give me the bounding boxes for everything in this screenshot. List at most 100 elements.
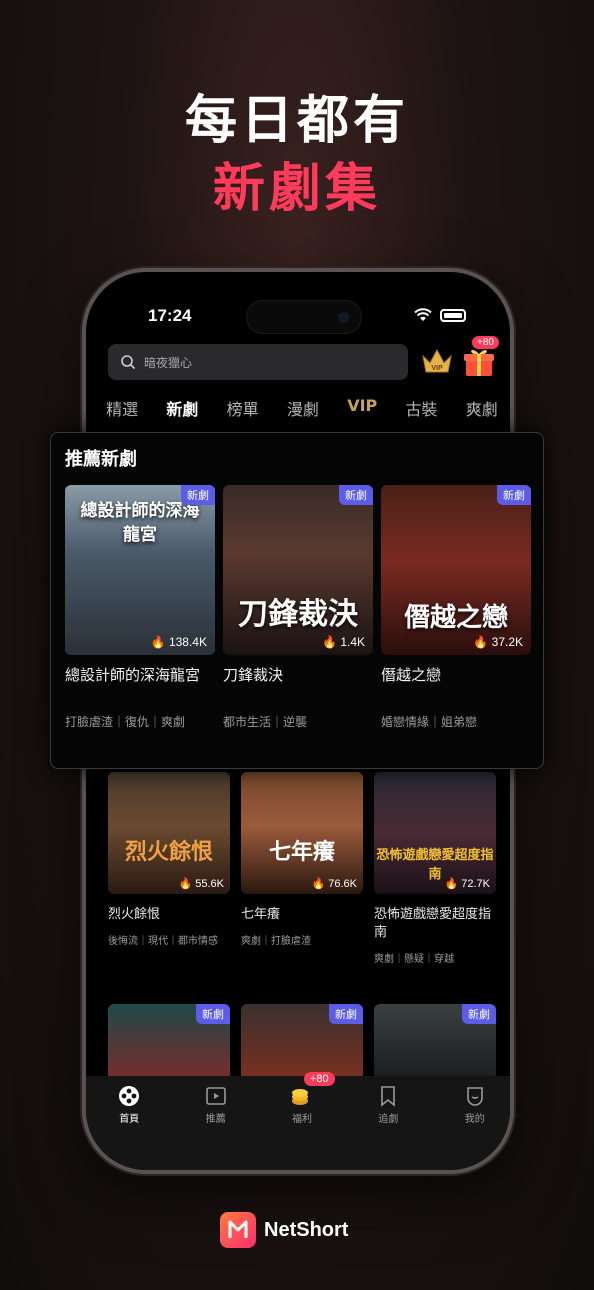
search-bar[interactable]: 暗夜獵心 (108, 344, 408, 380)
status-icons (414, 308, 466, 322)
tab-ranking[interactable]: 榜單 (227, 396, 259, 420)
home-icon (119, 1086, 140, 1106)
tab-new[interactable]: 新劇 (166, 396, 198, 420)
camera-icon (338, 312, 349, 323)
nav-label: 我的 (464, 1114, 485, 1125)
drama-card[interactable]: 新劇 (374, 1004, 496, 1080)
drama-poster: 烈火餘恨 🔥 55.6K (108, 772, 230, 894)
drama-tags: 後悔流｜現代｜都市情感 (108, 936, 218, 947)
view-count: 🔥 72.7K (444, 878, 490, 890)
poster-title-text: 總設計師的深海龍宮 (80, 501, 200, 545)
svg-text:VIP: VIP (431, 365, 443, 372)
drama-card[interactable]: 新劇 (108, 1004, 230, 1080)
wifi-icon (414, 308, 432, 321)
tab-thrilling[interactable]: 爽劇 (466, 396, 498, 420)
view-count: 🔥 76.6K (311, 878, 357, 890)
view-count-value: 55.6K (195, 878, 224, 890)
drama-poster: 七年癢 🔥 76.6K (241, 772, 363, 894)
drama-tags: 爽劇｜懸疑｜穿越 (374, 954, 454, 965)
drama-title: 七年癢 (241, 907, 281, 922)
drama-poster: 總設計師的深海龍宮 新劇 🔥 138.4K (65, 485, 215, 655)
view-count-value: 37.2K (491, 635, 523, 649)
panel-title: 推薦新劇 (65, 449, 137, 470)
nav-label: 首頁 (119, 1114, 140, 1125)
nav-label: 福利 (291, 1114, 312, 1125)
profile-icon (466, 1087, 483, 1106)
view-count: 🔥 55.6K (178, 878, 224, 890)
drama-tags: 打臉虐渣｜復仇｜爽劇 (65, 715, 186, 729)
view-count-value: 72.7K (461, 878, 490, 890)
drama-poster: 恐怖遊戲戀愛超度指南 🔥 72.7K (374, 772, 496, 894)
poster-title-text: 刀鋒裁決 (238, 597, 358, 632)
new-badge: 新劇 (329, 1004, 363, 1024)
bottom-nav: 首頁 推薦 福利 追劇 我的 (86, 1076, 510, 1170)
drama-poster: 新劇 (374, 1004, 496, 1080)
drama-card[interactable]: 僭越之戀 新劇 🔥 37.2K 僭越之戀 婚戀情緣｜姐弟戀 (381, 485, 531, 730)
welfare-badge: +80 (304, 1072, 335, 1086)
drama-poster: 僭越之戀 新劇 🔥 37.2K (381, 485, 531, 655)
drama-card[interactable]: 刀鋒裁決 新劇 🔥 1.4K 刀鋒裁決 都市生活｜逆襲 (223, 485, 373, 730)
nav-label: 推薦 (205, 1114, 226, 1125)
drama-title: 烈火餘恨 (108, 907, 161, 922)
brand-name: NetShort (264, 1218, 349, 1241)
drama-poster: 刀鋒裁決 新劇 🔥 1.4K (223, 485, 373, 655)
view-count-value: 138.4K (168, 635, 207, 649)
new-badge: 新劇 (497, 485, 531, 505)
drama-poster: 新劇 (241, 1004, 363, 1080)
logo-mark-icon (228, 1220, 248, 1238)
tab-vip[interactable]: VIP (347, 396, 377, 420)
nav-welfare[interactable]: 福利 (272, 1084, 332, 1170)
drama-card[interactable]: 新劇 (241, 1004, 363, 1080)
drama-card[interactable]: 烈火餘恨 🔥 55.6K 烈火餘恨 後悔流｜現代｜都市情感 (108, 772, 230, 965)
poster-title-text: 七年癢 (268, 839, 335, 865)
brand: NetShort (220, 1212, 348, 1248)
coin-icon (291, 1089, 308, 1105)
status-time: 17:24 (148, 306, 192, 325)
drama-card[interactable]: 恐怖遊戲戀愛超度指南 🔥 72.7K 恐怖遊戲戀愛超度指南 爽劇｜懸疑｜穿越 (374, 772, 496, 965)
drama-title: 僭越之戀 (381, 666, 442, 684)
search-placeholder: 暗夜獵心 (144, 355, 193, 370)
nav-home[interactable]: 首頁 (99, 1084, 159, 1170)
dynamic-island (246, 300, 362, 334)
tab-comic[interactable]: 漫劇 (287, 396, 319, 420)
play-icon (205, 1087, 226, 1105)
view-count: 🔥 1.4K (322, 635, 365, 649)
poster-title-text: 烈火餘恨 (124, 839, 213, 865)
bookmark-icon (381, 1086, 396, 1107)
search-icon (121, 355, 136, 370)
nav-recommend[interactable]: 推薦 (186, 1084, 246, 1170)
drama-card[interactable]: 總設計師的深海龍宮 新劇 🔥 138.4K 總設計師的深海龍宮 打臉虐渣｜復仇｜… (65, 485, 215, 730)
recommend-cards: 總設計師的深海龍宮 新劇 🔥 138.4K 總設計師的深海龍宮 打臉虐渣｜復仇｜… (65, 485, 531, 730)
tab-costume[interactable]: 古裝 (406, 396, 438, 420)
drama-grid-row2: 新劇 新劇 新劇 (108, 1004, 496, 1080)
battery-icon (440, 308, 466, 322)
nav-label: 追劇 (378, 1114, 399, 1125)
new-badge: 新劇 (196, 1004, 230, 1024)
gift-badge: +80 (472, 336, 499, 349)
gift-icon[interactable] (462, 344, 496, 378)
headline-line1: 每日都有 (184, 91, 409, 151)
nav-profile[interactable]: 我的 (445, 1084, 505, 1170)
poster-title-text: 僭越之戀 (403, 603, 508, 633)
vip-crown-icon[interactable]: VIP (420, 346, 454, 376)
view-count-value: 76.6K (328, 878, 357, 890)
netshort-logo-icon (220, 1212, 256, 1248)
drama-grid-row1: 烈火餘恨 🔥 55.6K 烈火餘恨 後悔流｜現代｜都市情感 七年癢 🔥 76.6… (108, 772, 496, 965)
drama-title: 恐怖遊戲戀愛超度指南 (374, 907, 492, 940)
headline-line2: 新劇集 (212, 159, 381, 219)
view-count: 🔥 138.4K (150, 635, 207, 649)
drama-title: 總設計師的深海龍宮 (65, 666, 201, 684)
drama-tags: 爽劇｜打臉虐渣 (241, 936, 311, 947)
new-badge: 新劇 (339, 485, 373, 505)
drama-poster: 新劇 (108, 1004, 230, 1080)
drama-title: 刀鋒裁決 (223, 666, 284, 684)
category-tabs: 精選 新劇 榜單 漫劇 VIP 古裝 爽劇 (86, 396, 510, 420)
new-badge: 新劇 (181, 485, 215, 505)
nav-follow[interactable]: 追劇 (358, 1084, 418, 1170)
view-count: 🔥 37.2K (473, 635, 523, 649)
recommend-new-panel: 推薦新劇 總設計師的深海龍宮 新劇 🔥 138.4K 總設計師的深海龍宮 打臉虐… (50, 432, 544, 769)
new-badge: 新劇 (462, 1004, 496, 1024)
drama-card[interactable]: 七年癢 🔥 76.6K 七年癢 爽劇｜打臉虐渣 (241, 772, 363, 965)
drama-tags: 都市生活｜逆襲 (223, 715, 308, 729)
tab-featured[interactable]: 精選 (106, 396, 138, 420)
